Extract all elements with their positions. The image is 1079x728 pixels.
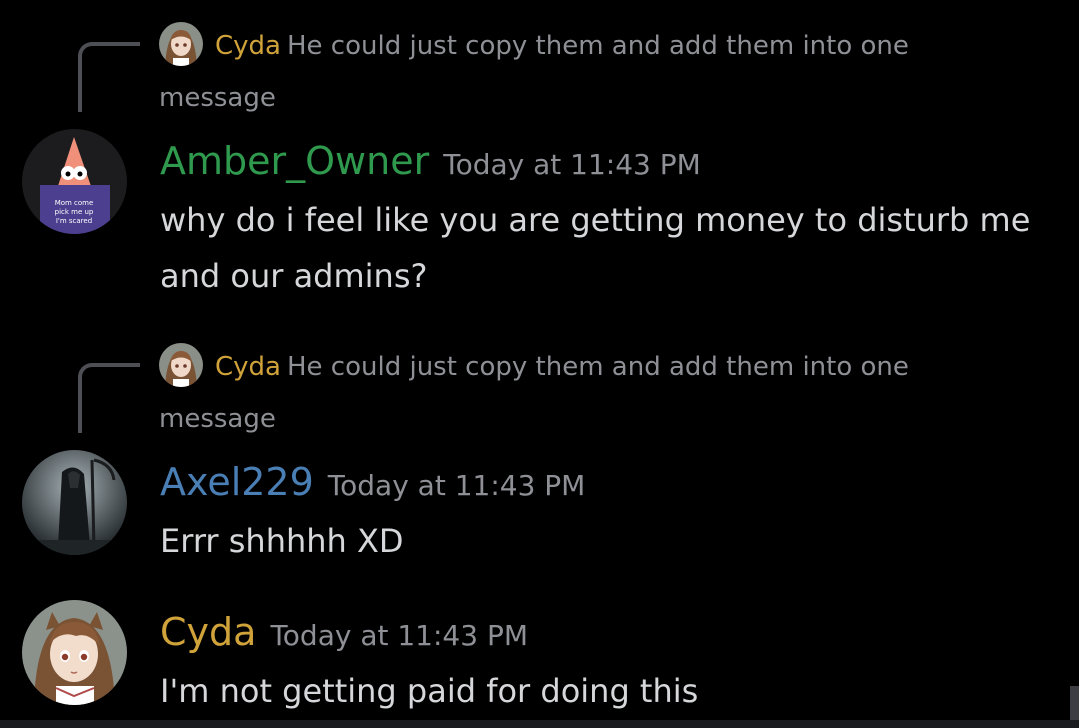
- reply-author[interactable]: Cyda: [215, 352, 281, 382]
- author-name[interactable]: Axel229: [160, 460, 314, 504]
- timestamp: Today at 11:43 PM: [327, 469, 586, 502]
- reply-author[interactable]: Cyda: [215, 31, 281, 61]
- reply-connector: [78, 363, 140, 433]
- username-header: Cyda Today at 11:43 PM: [160, 609, 528, 659]
- timestamp: Today at 11:43 PM: [270, 619, 528, 652]
- svg-text:pick me up: pick me up: [55, 208, 94, 216]
- bottom-edge-bar: [0, 720, 1079, 728]
- patrick-star-avatar-icon[interactable]: Mom come pick me up I'm scared: [22, 129, 127, 234]
- svg-text:I'm scared: I'm scared: [56, 217, 92, 225]
- message-content: Errr shhhhh XD: [160, 522, 404, 560]
- reply-preview: Cyda He could just copy them and add them…: [159, 20, 959, 124]
- anime-girl-avatar-icon[interactable]: [22, 600, 127, 705]
- reply-preview: Cyda He could just copy them and add them…: [159, 341, 959, 445]
- svg-text:Mom come: Mom come: [55, 199, 94, 207]
- username-header: Amber_Owner Today at 11:43 PM: [160, 138, 701, 188]
- reply-connector: [78, 42, 140, 112]
- dark-reaper-avatar-icon[interactable]: [22, 450, 127, 555]
- message-content: why do i feel like you are getting money…: [160, 201, 1031, 295]
- author-name[interactable]: Amber_Owner: [160, 139, 429, 183]
- username-header: Axel229 Today at 11:43 PM: [160, 459, 585, 509]
- message-content: I'm not getting paid for doing this: [160, 672, 699, 710]
- timestamp: Today at 11:43 PM: [443, 148, 701, 181]
- author-name[interactable]: Cyda: [160, 610, 256, 654]
